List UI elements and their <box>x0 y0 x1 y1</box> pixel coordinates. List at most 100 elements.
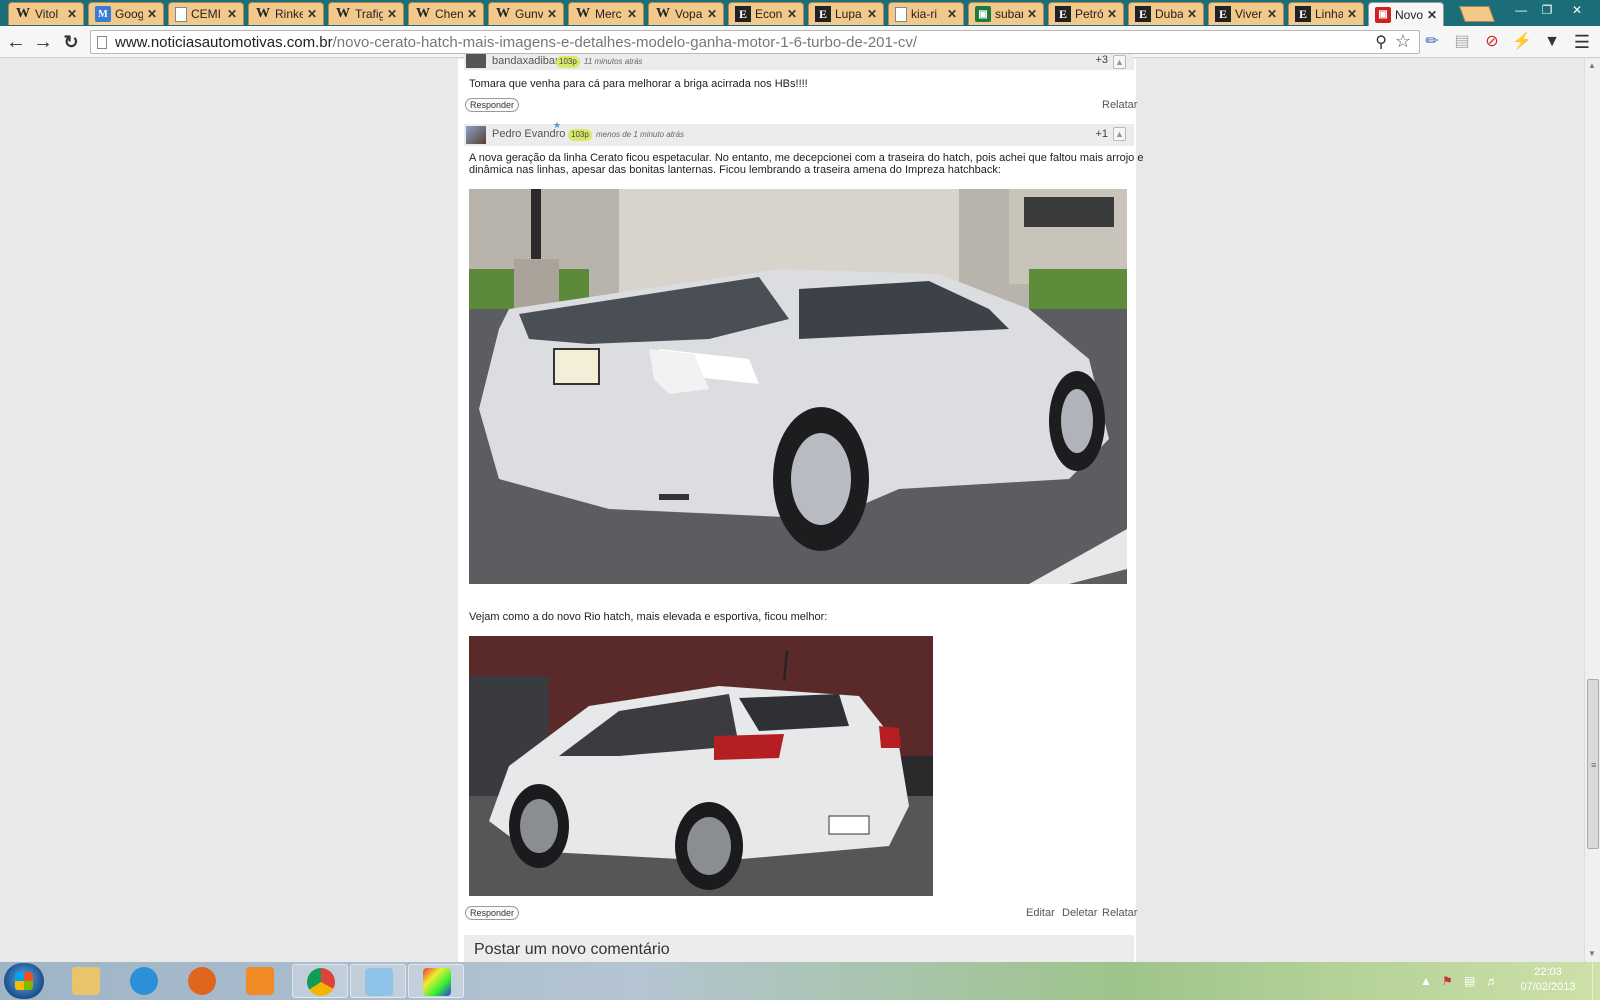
browser-tab[interactable]: E Viver ✕ <box>1208 2 1284 25</box>
browser-tab[interactable]: E Linha ✕ <box>1288 2 1364 25</box>
taskbar-image-editor[interactable] <box>408 964 464 998</box>
tab-close-icon[interactable]: ✕ <box>1347 7 1357 21</box>
tab-close-icon[interactable]: ✕ <box>707 7 717 21</box>
restore-icon[interactable]: ❐ <box>1536 2 1558 18</box>
address-bar[interactable]: www.noticiasautomotivas.com.br/novo-cera… <box>90 30 1420 54</box>
browser-tab[interactable]: W Vopa ✕ <box>648 2 724 25</box>
tab-close-icon[interactable]: ✕ <box>867 7 877 21</box>
tray-arrow-icon[interactable]: ▲ <box>1420 974 1432 988</box>
tab-close-icon[interactable]: ✕ <box>307 7 317 21</box>
volume-icon[interactable]: ♬ <box>1486 974 1498 988</box>
grip-icon: ≡ <box>1591 760 1597 770</box>
block-extension-icon[interactable]: ⊘ <box>1482 32 1502 52</box>
star-icon: ★ <box>553 120 562 130</box>
url-domain: www.noticiasautomotivas.com.br <box>115 34 333 51</box>
show-desktop-button[interactable] <box>1592 962 1600 1000</box>
browser-tab[interactable]: M Goog ✕ <box>88 2 164 25</box>
comment-text-line: Vejam como a do novo Rio hatch, mais ele… <box>469 611 828 623</box>
pocket-extension-icon[interactable]: ▼ <box>1542 32 1562 52</box>
reply-button[interactable]: Responder <box>465 98 519 112</box>
tab-close-icon[interactable]: ✕ <box>387 7 397 21</box>
pen-extension-icon[interactable]: ✏ <box>1422 32 1442 52</box>
reply-button[interactable]: Responder <box>465 906 519 920</box>
scroll-up-icon[interactable]: ▲ <box>1588 61 1596 70</box>
tab-close-icon[interactable]: ✕ <box>1107 7 1117 21</box>
page-scrollbar[interactable]: ▲ ≡ ▼ <box>1584 59 1600 962</box>
thumbs-up-icon[interactable]: ▲ <box>1113 55 1126 69</box>
edit-link[interactable]: Editar <box>1026 907 1055 919</box>
browser-tab[interactable]: E Petró ✕ <box>1048 2 1124 25</box>
tab-title: Linha <box>1315 7 1343 21</box>
chrome-icon <box>307 968 335 996</box>
browser-tab[interactable]: W Merc ✕ <box>568 2 644 25</box>
bookmark-star-icon[interactable]: ☆ <box>1395 31 1411 52</box>
minimize-icon[interactable]: — <box>1510 2 1532 18</box>
signal-extension-icon[interactable]: ▤ <box>1452 32 1472 52</box>
wikipedia-icon: W <box>576 6 590 21</box>
report-link[interactable]: Relatar <box>1102 907 1137 919</box>
browser-tab[interactable]: ▣ Novo ✕ <box>1368 2 1444 26</box>
browser-tab[interactable]: E Econ ✕ <box>728 2 804 25</box>
tab-title: Petró <box>1075 7 1103 21</box>
car-icon: ▣ <box>975 6 991 22</box>
tab-close-icon[interactable]: ✕ <box>147 7 157 21</box>
browser-tab[interactable]: ▣ subar ✕ <box>968 2 1044 25</box>
browser-tab[interactable]: W Trafig ✕ <box>328 2 404 25</box>
economist-icon: E <box>1135 6 1151 22</box>
taskbar-firefox[interactable] <box>174 964 230 998</box>
browser-tab[interactable]: E Lupa ✕ <box>808 2 884 25</box>
forward-arrow-icon[interactable]: → <box>32 31 54 53</box>
delete-link[interactable]: Deletar <box>1062 907 1097 919</box>
browser-tab[interactable]: E Duba ✕ <box>1128 2 1204 25</box>
tab-close-icon[interactable]: ✕ <box>547 7 557 21</box>
lightning-extension-icon[interactable]: ⚡ <box>1512 32 1532 52</box>
taskbar-chrome[interactable] <box>292 964 348 998</box>
comment-text: Tomara que venha para cá para melhorar a… <box>469 78 808 90</box>
taskbar-explorer[interactable] <box>58 964 114 998</box>
economist-icon: E <box>1215 6 1231 22</box>
tab-title: Merc <box>595 7 622 21</box>
tab-close-icon[interactable]: ✕ <box>947 7 957 21</box>
action-center-flag-icon[interactable]: ⚑ <box>1442 974 1453 988</box>
tab-close-icon[interactable]: ✕ <box>1187 7 1197 21</box>
tab-close-icon[interactable]: ✕ <box>227 7 237 21</box>
browser-tab[interactable]: CEMI ✕ <box>168 2 244 25</box>
taskbar-clock[interactable]: 22:03 07/02/2013 <box>1504 965 1592 995</box>
avatar[interactable] <box>466 126 486 144</box>
start-button[interactable] <box>4 963 44 999</box>
tab-close-icon[interactable]: ✕ <box>1267 7 1277 21</box>
network-icon[interactable]: ▤ <box>1464 974 1475 988</box>
tab-close-icon[interactable]: ✕ <box>627 7 637 21</box>
back-arrow-icon[interactable]: ← <box>5 31 27 53</box>
browser-tab[interactable]: W Rinke ✕ <box>248 2 324 25</box>
tab-close-icon[interactable]: ✕ <box>467 7 477 21</box>
tab-close-icon[interactable]: ✕ <box>67 7 77 21</box>
new-tab-button[interactable] <box>1459 6 1495 22</box>
thumbs-up-icon[interactable]: ▲ <box>1113 127 1126 141</box>
url-text[interactable]: www.noticiasautomotivas.com.br/novo-cera… <box>115 34 917 51</box>
close-window-icon[interactable]: ✕ <box>1566 2 1588 18</box>
taskbar-media-player[interactable] <box>232 964 288 998</box>
document-icon <box>175 6 187 22</box>
vote-count: +3 <box>1095 54 1108 66</box>
tab-title: Duba <box>1155 7 1183 21</box>
browser-tab[interactable]: W Chen ✕ <box>408 2 484 25</box>
vote-count: +1 <box>1095 128 1108 140</box>
scrollbar-thumb[interactable]: ≡ <box>1587 679 1599 849</box>
comment-author[interactable]: bandaxadibar <box>492 55 559 67</box>
taskbar-notes[interactable] <box>350 964 406 998</box>
browser-tab[interactable]: W Vitol ✕ <box>8 2 84 25</box>
tab-close-icon[interactable]: ✕ <box>787 7 797 21</box>
search-zoom-icon[interactable]: ⚲ <box>1375 32 1387 52</box>
taskbar-ie[interactable] <box>116 964 172 998</box>
tab-close-icon[interactable]: ✕ <box>1427 8 1437 22</box>
avatar[interactable] <box>466 54 486 68</box>
tab-title: Viver <box>1235 7 1263 21</box>
menu-icon[interactable]: ☰ <box>1572 32 1592 52</box>
reload-icon[interactable]: ↻ <box>60 31 82 53</box>
browser-tab[interactable]: kia-ri ✕ <box>888 2 964 25</box>
browser-tab[interactable]: W Gunv ✕ <box>488 2 564 25</box>
tab-close-icon[interactable]: ✕ <box>1027 7 1037 21</box>
scroll-down-icon[interactable]: ▼ <box>1588 949 1596 958</box>
report-link[interactable]: Relatar <box>1102 99 1137 111</box>
